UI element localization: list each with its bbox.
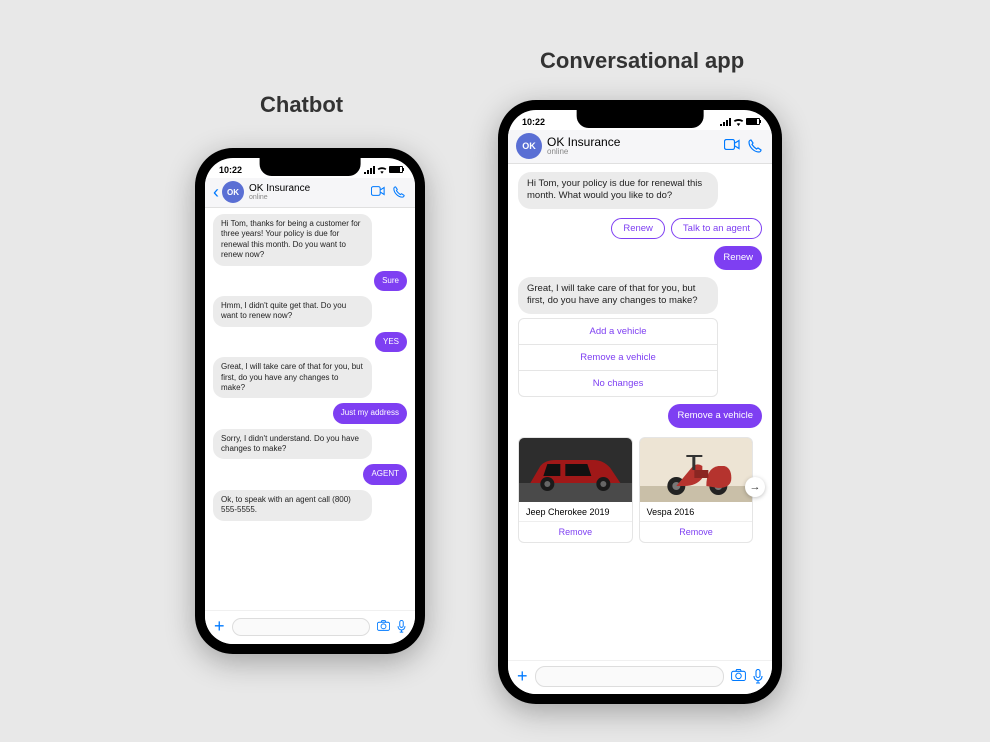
message-input[interactable] (232, 618, 370, 636)
message-input[interactable] (535, 666, 724, 687)
add-attachment-button[interactable]: + (214, 616, 225, 637)
wifi-icon (733, 118, 744, 126)
vehicle-image-vespa (640, 438, 753, 502)
label-conversational: Conversational app (540, 48, 744, 74)
chat-title: OK Insurance (547, 136, 724, 148)
notch (260, 158, 361, 176)
vehicle-card[interactable]: Jeep Cherokee 2019 Remove (518, 437, 633, 543)
camera-icon[interactable] (377, 620, 390, 631)
message-bot: Great, I will take care of that for you,… (213, 357, 372, 398)
add-attachment-button[interactable]: + (517, 666, 528, 687)
notch (577, 110, 704, 128)
cellular-signal-icon (720, 118, 731, 126)
message-user: YES (375, 332, 407, 352)
video-call-icon[interactable] (371, 186, 385, 196)
message-user: Remove a vehicle (668, 404, 762, 428)
quick-reply-agent[interactable]: Talk to an agent (671, 218, 762, 239)
status-time: 10:22 (219, 165, 242, 175)
option-no-changes[interactable]: No changes (519, 370, 717, 396)
video-call-icon[interactable] (724, 139, 740, 150)
input-bar: + (508, 660, 772, 694)
camera-icon[interactable] (731, 669, 746, 681)
back-button[interactable]: ‹ (213, 182, 222, 203)
message-bot: Hi Tom, thanks for being a customer for … (213, 214, 372, 266)
chat-status: online (547, 148, 724, 156)
option-add-vehicle[interactable]: Add a vehicle (519, 319, 717, 344)
phone-call-icon[interactable] (748, 139, 762, 153)
vehicle-name: Vespa 2016 (640, 502, 753, 521)
message-user: AGENT (363, 464, 407, 484)
phone-conversational: 10:22 OK OK Insurance online Hi Tom, you… (498, 100, 782, 704)
battery-icon (389, 166, 403, 173)
remove-vehicle-button[interactable]: Remove (640, 521, 753, 542)
cellular-signal-icon (364, 166, 375, 174)
phone-call-icon[interactable] (393, 186, 405, 198)
message-bot: Ok, to speak with an agent call (800) 55… (213, 490, 372, 521)
quick-reply-renew[interactable]: Renew (611, 218, 665, 239)
vehicle-image-jeep (519, 438, 632, 502)
status-time: 10:22 (522, 117, 545, 127)
option-list: Add a vehicle Remove a vehicle No change… (518, 318, 718, 397)
vehicle-card[interactable]: Vespa 2016 Remove (639, 437, 754, 543)
chat-messages: Hi Tom, thanks for being a customer for … (205, 208, 415, 610)
message-user: Sure (374, 271, 407, 291)
message-bot: Hi Tom, your policy is due for renewal t… (518, 172, 718, 209)
chat-header: ‹ OK OK Insurance online (205, 178, 415, 208)
carousel-next-button[interactable]: → (745, 477, 765, 497)
message-bot: Sorry, I didn't understand. Do you have … (213, 429, 372, 460)
chat-messages: Hi Tom, your policy is due for renewal t… (508, 164, 772, 660)
message-user: Renew (714, 246, 762, 270)
message-bot: Hmm, I didn't quite get that. Do you wan… (213, 296, 372, 327)
avatar[interactable]: OK (222, 181, 244, 203)
phone-chatbot: 10:22 ‹ OK OK Insurance online Hi Tom, t… (195, 148, 425, 654)
message-user: Just my address (333, 403, 407, 423)
wifi-icon (377, 166, 387, 174)
microphone-icon[interactable] (753, 669, 763, 684)
remove-vehicle-button[interactable]: Remove (519, 521, 632, 542)
battery-icon (746, 118, 760, 125)
label-chatbot: Chatbot (260, 92, 343, 118)
vehicle-name: Jeep Cherokee 2019 (519, 502, 632, 521)
avatar[interactable]: OK (516, 133, 542, 159)
vehicle-carousel[interactable]: Jeep Cherokee 2019 Remove Vespa 2016 Rem… (518, 437, 762, 543)
chat-header: OK OK Insurance online (508, 130, 772, 164)
message-bot: Great, I will take care of that for you,… (518, 277, 718, 314)
chat-status: online (249, 194, 371, 201)
option-remove-vehicle[interactable]: Remove a vehicle (519, 344, 717, 370)
microphone-icon[interactable] (397, 620, 406, 633)
input-bar: + (205, 610, 415, 644)
chat-title: OK Insurance (249, 184, 371, 194)
